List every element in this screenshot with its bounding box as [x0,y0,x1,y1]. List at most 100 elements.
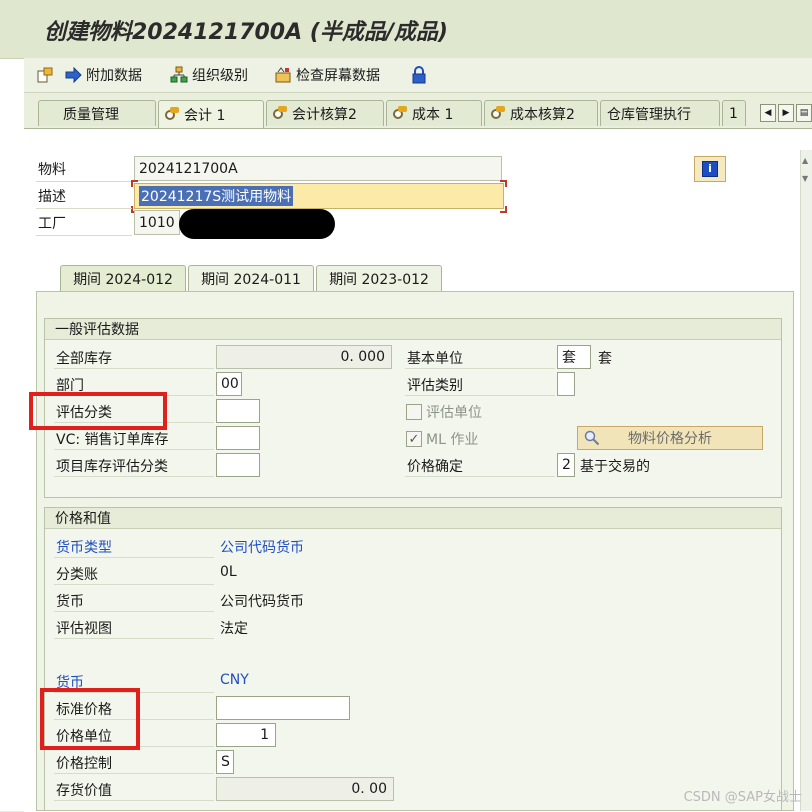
title-bar: 创建物料2024121700A (半成品/成品) [0,0,812,59]
project-stock-valuation-field[interactable] [216,453,260,477]
currency-type-value: 公司代码货币 [220,540,304,556]
watermark: CSDN @SAP女战士 [683,790,802,805]
tab-scroll-right-button[interactable]: ▶ [778,104,794,122]
divider [54,449,214,450]
prices-values-group: 价格和值 [44,507,782,811]
lock-icon [410,66,428,84]
price-determination-label: 价格确定 [407,459,463,475]
description-input[interactable]: 20241217S测试用物料 [134,183,504,209]
tab-label: 成本 1 [412,106,454,123]
scroll-down-icon: ▼ [802,174,809,183]
plant-field[interactable]: 1010 [134,210,180,235]
price-determination-field[interactable]: 2 [557,453,575,477]
focus-corner [131,180,138,187]
base-unit-label: 基本单位 [407,351,463,367]
tab-label: 会计 1 [184,107,226,124]
divider [54,368,214,369]
price-unit-field[interactable]: 1 [216,723,276,747]
highlight-price-fields [40,688,140,750]
division-field[interactable]: 00 [216,372,242,396]
tab-label: 成本核算2 [510,106,575,123]
material-field[interactable]: 2024121700A [134,156,502,181]
price-control-field[interactable]: S [216,750,234,774]
additional-data-button[interactable]: 附加数据 [64,64,142,86]
description-value: 20241217S测试用物料 [139,186,294,206]
triangle-left-icon: ◀ [764,108,772,118]
check-data-icon [274,66,292,84]
vc-sales-order-stock-field[interactable] [216,426,260,450]
tab-status-icon [165,106,179,121]
valuation-category-label: 评估类别 [407,378,463,394]
valuation-unit-label: 评估单位 [426,405,482,421]
divider [54,557,214,558]
vertical-scrollbar[interactable]: ▲ ▼ [800,150,812,811]
info-button[interactable]: i [694,156,726,182]
subtab-period-2024-012[interactable]: 期间 2024-012 [60,265,186,292]
tab-warehouse-execution[interactable]: 仓库管理执行 [600,100,720,126]
tab-more[interactable]: 1 [722,100,746,126]
divider [54,611,214,612]
valuation-class-field[interactable] [216,399,260,423]
info-icon: i [702,161,718,177]
inventory-value-label: 存货价值 [56,783,112,799]
total-stock-label: 全部库存 [56,351,112,367]
description-label: 描述 [38,189,66,205]
valuation-category-field[interactable] [557,372,575,396]
general-valuation-title: 一般评估数据 [45,319,781,340]
subtab-period-2024-011[interactable]: 期间 2024-011 [188,265,314,291]
subtab-period-2023-012[interactable]: 期间 2023-012 [316,265,442,291]
org-structure-icon [170,66,188,84]
ledger-label: 分类账 [56,567,98,583]
check-screen-data-button[interactable]: 检查屏幕数据 [274,64,380,86]
focus-corner [500,206,507,213]
ledger-value: 0L [220,564,237,580]
additional-data-label: 附加数据 [86,68,142,84]
prices-values-title: 价格和值 [45,508,781,529]
left-strip [0,0,24,811]
divider [405,395,555,396]
divider [54,638,214,639]
new-entries-button[interactable] [36,64,58,86]
tab-accounting-1[interactable]: 会计 1 [158,100,264,128]
divider [54,800,214,801]
tab-costing-1[interactable]: 成本 1 [386,100,482,126]
ml-active-checkbox[interactable]: ✓ [406,431,422,447]
lock-button[interactable] [410,64,432,86]
tab-status-icon [393,105,407,120]
ml-active-label: ML 作业 [426,432,479,448]
total-stock-field: 0. 000 [216,345,392,369]
document-tree-icon [36,66,54,84]
tab-label: 会计核算2 [292,106,357,123]
checkmark-icon: ✓ [408,431,420,447]
valuation-view-label: 评估视图 [56,621,112,637]
divider [54,476,214,477]
check-screen-data-label: 检查屏幕数据 [296,68,380,84]
tab-scroll-left-button[interactable]: ◀ [760,104,776,122]
application-toolbar: 附加数据 组织级别 检查屏幕数据 [24,58,812,93]
plant-label: 工厂 [38,216,66,232]
tab-accounting-2[interactable]: 会计核算2 [266,100,384,126]
subtab-label: 期间 2024-012 [73,272,173,288]
currency-value: 公司代码货币 [220,594,304,610]
valuation-unit-checkbox[interactable] [406,404,422,420]
currency-label: 货币 [56,594,84,610]
tab-status-icon [273,105,287,120]
inventory-value-field: 0. 00 [216,777,394,801]
tab-costing-2[interactable]: 成本核算2 [484,100,598,126]
highlight-valuation-class [29,392,167,430]
org-levels-button[interactable]: 组织级别 [170,64,248,86]
valuation-view-value: 法定 [220,621,248,637]
tab-list-icon: ▤ [799,108,809,118]
standard-price-field[interactable] [216,696,350,720]
currency-type-label: 货币类型 [56,540,112,556]
tab-quality-management[interactable]: 质量管理 [38,100,156,126]
tab-label: 仓库管理执行 [607,106,691,123]
price-control-label: 价格控制 [56,756,112,772]
currency2-value: CNY [220,672,249,688]
base-unit-text: 套 [598,351,612,367]
material-price-analysis-button[interactable]: 物料价格分析 [577,426,763,450]
base-unit-field[interactable]: 套 [557,345,591,369]
tab-status-icon [491,105,505,120]
tab-list-button[interactable]: ▤ [796,104,812,122]
price-determination-text: 基于交易的 [580,459,650,475]
